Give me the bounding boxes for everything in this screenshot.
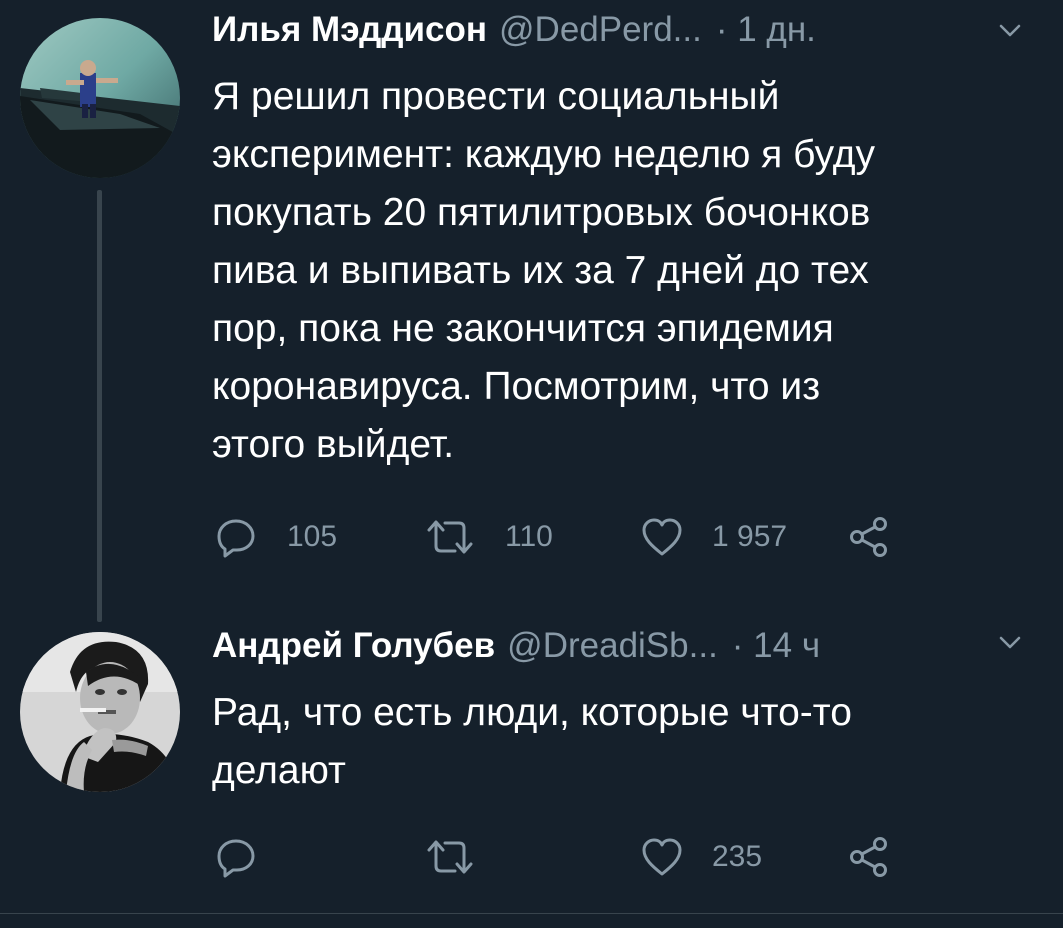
avatar[interactable] [20, 632, 180, 792]
tweet-content: Андрей Голубев @DreadiSb... · 14 ч Рад, … [212, 626, 1043, 800]
like-count: 235 [712, 840, 763, 873]
tweet-text-line: делают [212, 749, 346, 792]
tweet[interactable]: Илья Мэддисон @DedPerd... · 1 дн. Я реши… [0, 0, 1063, 622]
tweet-text: Рад, что есть люди, которые что-то делаю… [212, 684, 1012, 800]
tweet-header: Андрей Голубев @DreadiSb... · 14 ч [212, 626, 1043, 682]
like-count: 1 957 [712, 520, 788, 553]
share-icon [850, 837, 887, 877]
reply-count: 105 [287, 520, 338, 553]
retweet-count: 110 [505, 520, 553, 553]
share-button[interactable] [847, 832, 891, 882]
avatar-image [20, 18, 180, 178]
tweet-timestamp[interactable]: · 1 дн. [716, 10, 816, 50]
retweet-icon [427, 840, 473, 874]
share-button[interactable] [847, 512, 891, 562]
retweet-button[interactable]: 110 [425, 512, 553, 562]
tweet-text-line: этого выйдет. [212, 423, 455, 466]
reply-icon [217, 839, 255, 878]
heart-icon [642, 838, 682, 876]
tweet-text-line: пива и выпивать их за 7 дней до тех [212, 249, 869, 292]
tweet-text-line: Я решил провести социальный [212, 75, 780, 118]
author-handle[interactable]: @DreadiSb... [507, 626, 718, 666]
tweet-timestamp[interactable]: · 14 ч [732, 626, 820, 666]
tweet-header: Илья Мэддисон @DedPerd... · 1 дн. [212, 10, 1043, 66]
author-name[interactable]: Андрей Голубев [212, 626, 495, 666]
tweet-text-line: покупать 20 пятилитровых бочонков [212, 191, 871, 234]
tweet-divider [0, 913, 1063, 914]
reply-button[interactable]: 105 [215, 512, 337, 562]
tweet-text-line: коронавируса. Посмотрим, что из [212, 365, 821, 408]
tweet-text-line: Рад, что есть люди, которые что-то [212, 691, 852, 734]
chevron-down-icon[interactable] [999, 636, 1021, 650]
tweet[interactable]: Андрей Голубев @DreadiSb... · 14 ч Рад, … [0, 610, 1063, 915]
tweet-actions: 235 [215, 832, 915, 882]
author-handle[interactable]: @DedPerd... [499, 10, 702, 50]
tweet-text-line: пор, пока не закончится эпидемия [212, 307, 834, 350]
tweet-content: Илья Мэддисон @DedPerd... · 1 дн. Я реши… [212, 10, 1043, 474]
tweet-actions: 105 110 1 957 [215, 512, 915, 562]
tweet-thread: Илья Мэддисон @DedPerd... · 1 дн. Я реши… [0, 0, 1063, 928]
thread-connector-line [97, 190, 102, 622]
avatar-image [20, 632, 180, 792]
reply-icon [217, 519, 255, 558]
tweet-text: Я решил провести социальный эксперимент:… [212, 68, 1012, 474]
chevron-down-icon[interactable] [999, 24, 1021, 38]
retweet-button[interactable] [425, 832, 475, 882]
reply-button[interactable] [215, 832, 257, 882]
share-icon [850, 517, 887, 557]
author-name[interactable]: Илья Мэддисон [212, 10, 487, 50]
avatar[interactable] [20, 18, 180, 178]
like-button[interactable]: 235 [640, 832, 762, 882]
like-button[interactable]: 1 957 [640, 512, 787, 562]
heart-icon [642, 518, 682, 556]
retweet-icon [427, 520, 473, 554]
tweet-text-line: эксперимент: каждую неделю я буду [212, 133, 876, 176]
